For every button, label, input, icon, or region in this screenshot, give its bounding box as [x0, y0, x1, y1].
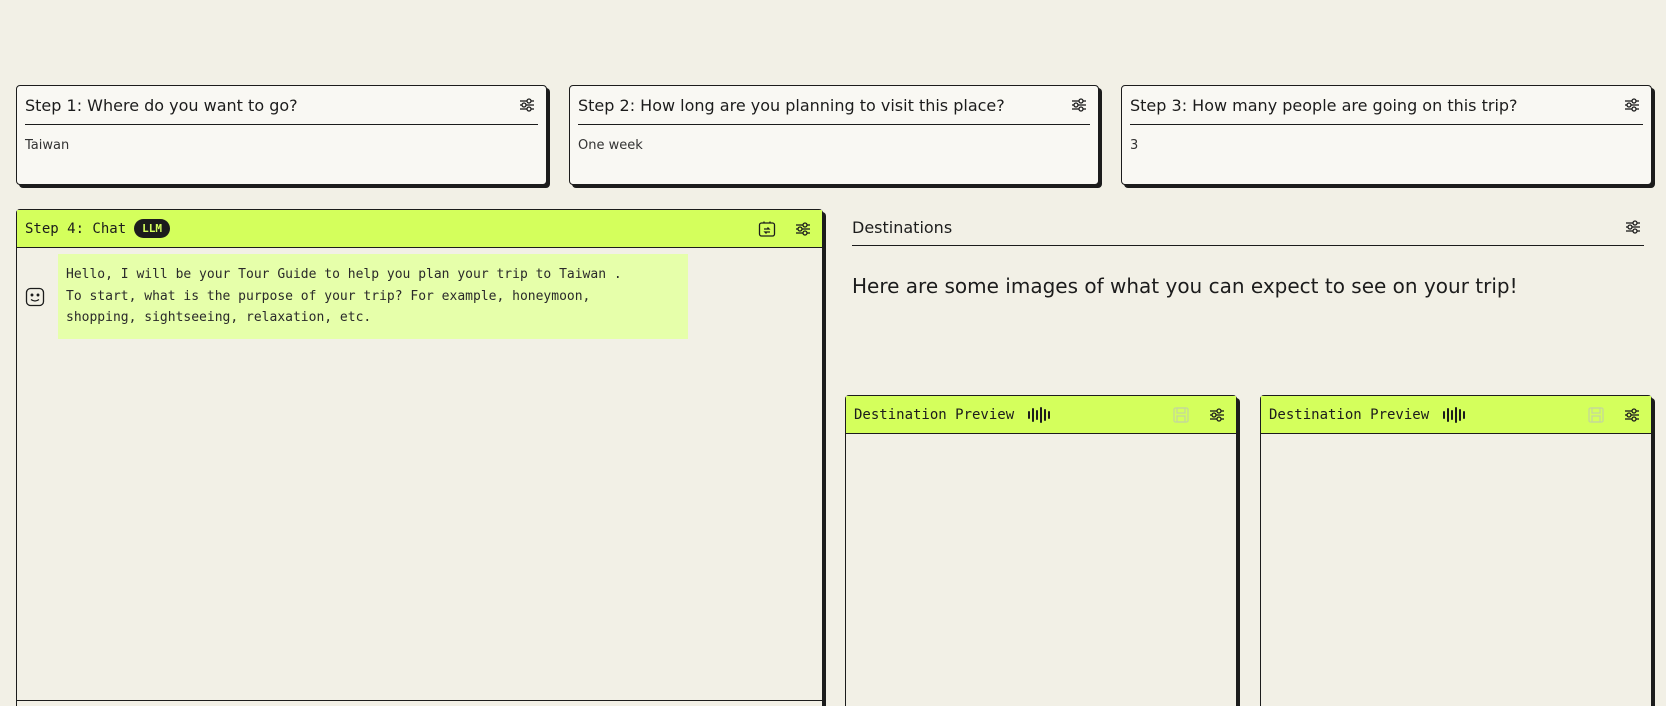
preview-2-header: Destination Preview — [1261, 396, 1651, 434]
destinations-title: Destinations — [852, 217, 953, 237]
step-1-value[interactable]: Taiwan — [25, 138, 69, 153]
sliders-icon[interactable] — [1621, 404, 1643, 426]
waveform-icon — [1028, 406, 1051, 423]
chat-input-divider — [17, 700, 822, 701]
destinations-header: Destinations — [852, 209, 1644, 246]
destination-preview-node-1[interactable]: Destination Preview — [845, 395, 1237, 706]
sliders-icon[interactable] — [516, 94, 538, 116]
chat-node[interactable]: Step 4: Chat LLM Hello, I will be your T… — [16, 209, 823, 706]
sliders-icon[interactable] — [1068, 94, 1090, 116]
sliders-icon[interactable] — [1621, 94, 1643, 116]
step-3-header: Step 3: How many people are going on thi… — [1130, 86, 1643, 125]
step-2-title: Step 2: How long are you planning to vis… — [578, 95, 1005, 115]
step-2-header: Step 2: How long are you planning to vis… — [578, 86, 1090, 125]
destination-preview-node-2[interactable]: Destination Preview — [1260, 395, 1652, 706]
llm-badge: LLM — [134, 219, 171, 238]
chat-title: Step 4: Chat — [25, 220, 127, 237]
step-3-value[interactable]: 3 — [1130, 138, 1138, 153]
step-1-header: Step 1: Where do you want to go? — [25, 86, 538, 125]
chat-header: Step 4: Chat LLM — [17, 210, 822, 248]
preview-2-title: Destination Preview — [1269, 406, 1430, 423]
step-1-node[interactable]: Step 1: Where do you want to go? Taiwan — [16, 85, 547, 185]
save-icon[interactable] — [1170, 404, 1192, 426]
sliders-icon[interactable] — [1206, 404, 1228, 426]
app-canvas: Step 1: Where do you want to go? Taiwan … — [0, 0, 1666, 706]
waveform-icon — [1443, 406, 1466, 423]
save-icon[interactable] — [1585, 404, 1607, 426]
sliders-icon[interactable] — [1622, 216, 1644, 238]
bot-face-icon — [25, 287, 45, 307]
sliders-icon[interactable] — [792, 218, 814, 240]
preview-1-header: Destination Preview — [846, 396, 1236, 434]
step-2-value[interactable]: One week — [578, 138, 643, 153]
preview-1-title: Destination Preview — [854, 406, 1015, 423]
assistant-message: Hello, I will be your Tour Guide to help… — [58, 254, 688, 339]
step-1-title: Step 1: Where do you want to go? — [25, 95, 298, 115]
destinations-node[interactable]: Destinations Here are some images of wha… — [852, 209, 1644, 298]
step-3-title: Step 3: How many people are going on thi… — [1130, 95, 1518, 115]
step-3-node[interactable]: Step 3: How many people are going on thi… — [1121, 85, 1652, 185]
step-2-node[interactable]: Step 2: How long are you planning to vis… — [569, 85, 1099, 185]
destinations-text: Here are some images of what you can exp… — [852, 274, 1518, 298]
rerun-icon[interactable] — [756, 218, 778, 240]
